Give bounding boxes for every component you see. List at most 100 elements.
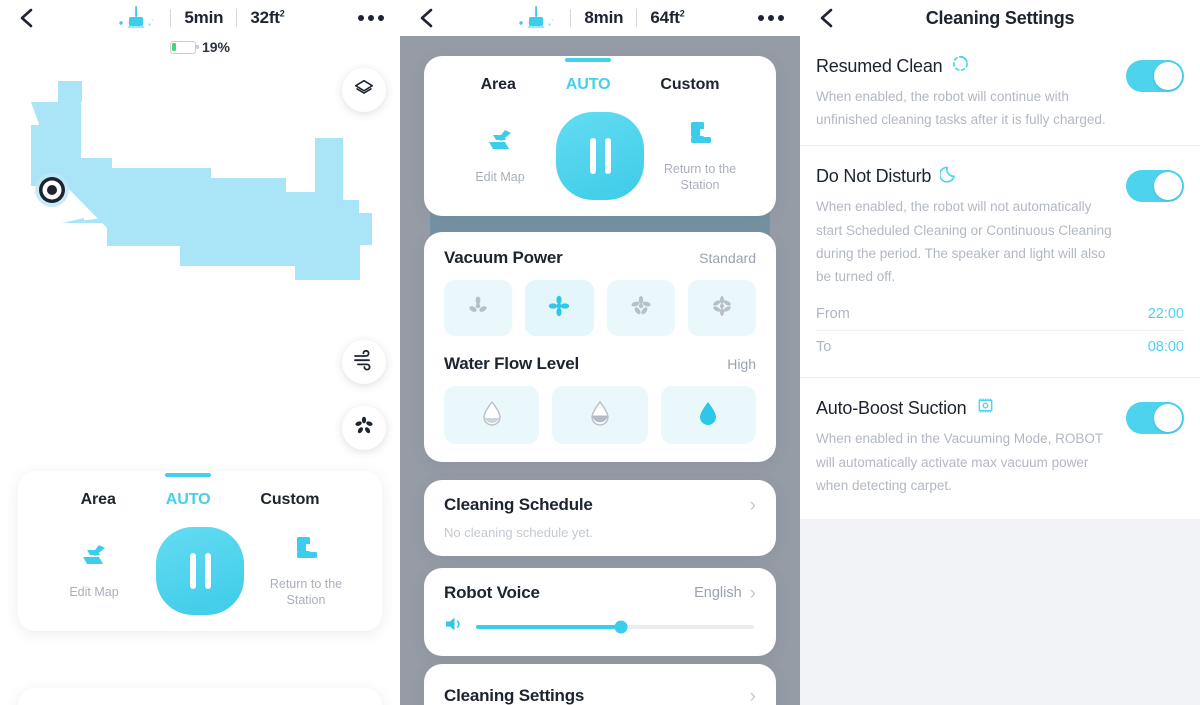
tab-area[interactable]: Area [79,485,118,515]
fan-3-blade-tile[interactable] [444,280,513,336]
water-flow-value: High [727,356,756,372]
tab-custom[interactable]: Custom [658,70,721,100]
fan-speed-button[interactable] [342,406,386,450]
speaker-icon [444,615,464,638]
chevron-right-icon: › [749,685,756,705]
edit-map-label: Edit Map [69,585,119,600]
water-drop-medium-icon [588,399,612,432]
volume-knob[interactable] [614,620,628,633]
dnd-from-row[interactable]: From 22:00 [816,298,1184,330]
left-top-bar: 5min 32ft2 [0,0,400,36]
fan-5-blade-tile[interactable] [606,280,675,336]
water-drop-high-icon [696,399,720,432]
resume-clean-icon [951,54,970,78]
more-options-button[interactable] [358,15,384,21]
return-label: Return to the Station [269,577,343,607]
pause-icon [189,553,196,589]
battery-icon [169,40,199,54]
settings-sheet-scroll[interactable]: Area AUTO Custom Edit Map Return to the … [400,36,800,705]
fan-3-blade-icon [465,293,491,324]
divider [170,9,172,27]
robot-voice-value-group[interactable]: English › [694,584,756,603]
tab-auto[interactable]: AUTO [564,70,613,100]
fan-6-blade-tile[interactable] [687,280,756,336]
water-flow-title: Water Flow Level [444,354,580,373]
map-canvas[interactable]: Area AUTO Custom Edit Map Return to the … [0,58,400,705]
mode-tabs: Area AUTO Custom [424,56,776,100]
tab-area[interactable]: Area [479,70,518,100]
pause-icon [589,138,596,174]
mid-status-group: 8min 64ft2 [400,0,800,36]
map-layers-button[interactable] [342,68,386,112]
divider [236,9,238,27]
edit-map-icon [483,126,517,161]
auto-boost-desc: When enabled in the Vacuuming Mode, ROBO… [816,431,1103,493]
volume-slider[interactable] [476,620,754,633]
clean-time: 5min [184,8,224,27]
robot-position-marker [35,173,69,207]
air-flow-button[interactable] [342,340,386,384]
water-drop-medium-tile[interactable] [552,386,648,444]
cleaning-settings-card[interactable]: Cleaning Settings › [424,664,776,705]
clean-area: 64ft2 [650,8,685,27]
dnd-time-range: From 22:00 To 08:00 [816,298,1184,363]
water-drop-low-tile[interactable] [444,386,540,444]
return-to-station-button[interactable]: Return to the Station [654,118,746,193]
cleaning-schedule-card[interactable]: Cleaning Schedule › No cleaning schedule… [424,480,776,556]
carpet-icon [976,396,995,420]
edit-map-button[interactable]: Edit Map [48,541,140,601]
setting-do-not-disturb: Do Not Disturb When enabled, the robot w… [800,145,1200,377]
tab-custom[interactable]: Custom [258,485,321,515]
do-not-disturb-title: Do Not Disturb [816,165,932,186]
panel-map-view: 5min 32ft2 19% Area AUTO Custom Edit Map… [0,0,400,705]
volume-slider-row [424,603,776,656]
resumed-clean-title: Resumed Clean [816,55,943,76]
edit-map-button[interactable]: Edit Map [454,126,546,186]
cleaning-settings-title: Cleaning Settings [444,686,585,705]
more-options-button[interactable] [758,15,784,21]
dnd-from-value: 22:00 [1147,306,1184,323]
robot-voice-title: Robot Voice [444,583,540,602]
mid-top-bar: 8min 64ft2 [400,0,800,36]
resumed-clean-toggle[interactable] [1126,60,1184,92]
pause-button[interactable] [556,112,644,200]
water-drop-low-icon [480,399,504,432]
clean-time: 8min [584,8,624,27]
return-label: Return to the Station [663,162,737,192]
clean-area: 32ft2 [250,8,285,27]
return-to-station-button[interactable]: Return to the Station [260,533,352,608]
battery-status: 19% [0,36,400,58]
robot-voice-value: English [694,585,742,601]
fan-4-blade-tile[interactable] [525,280,594,336]
volume-fill [476,624,621,629]
dock-station-icon [289,533,323,568]
dnd-to-value: 08:00 [1147,339,1184,356]
fan-6-blade-icon [709,293,735,324]
chevron-right-icon: › [749,582,756,604]
screenshot-stage: 5min 32ft2 19% Area AUTO Custom Edit Map… [0,0,1200,705]
robot-vacuum-icon [115,5,157,31]
pause-button[interactable] [156,527,244,615]
auto-boost-toggle[interactable] [1126,402,1184,435]
back-button[interactable] [816,7,838,29]
vacuum-power-levels [424,268,776,340]
robot-vacuum-icon [515,5,557,31]
moon-icon [939,164,959,188]
auto-boost-title: Auto-Boost Suction [816,397,967,418]
resumed-clean-desc: When enabled, the robot will continue wi… [816,89,1106,128]
setting-auto-boost-suction: Auto-Boost Suction When enabled in the V… [800,377,1200,519]
water-drop-high-tile[interactable] [660,386,756,444]
divider [570,9,572,27]
dock-station-icon [683,118,717,153]
do-not-disturb-toggle[interactable] [1126,170,1184,203]
back-button[interactable] [416,7,438,29]
water-flow-header: Water Flow Level High [424,340,776,374]
back-button[interactable] [16,7,38,29]
tab-auto[interactable]: AUTO [164,485,213,515]
dnd-to-row[interactable]: To 08:00 [816,330,1184,363]
right-empty-area [800,518,1200,705]
vacuum-power-title: Vacuum Power [444,248,563,267]
cleaning-schedule-note: No cleaning schedule yet. [444,525,593,540]
control-card: Area AUTO Custom Edit Map Return to the … [424,56,776,216]
settings-list: Resumed Clean When enabled, the robot wi… [800,36,1200,519]
